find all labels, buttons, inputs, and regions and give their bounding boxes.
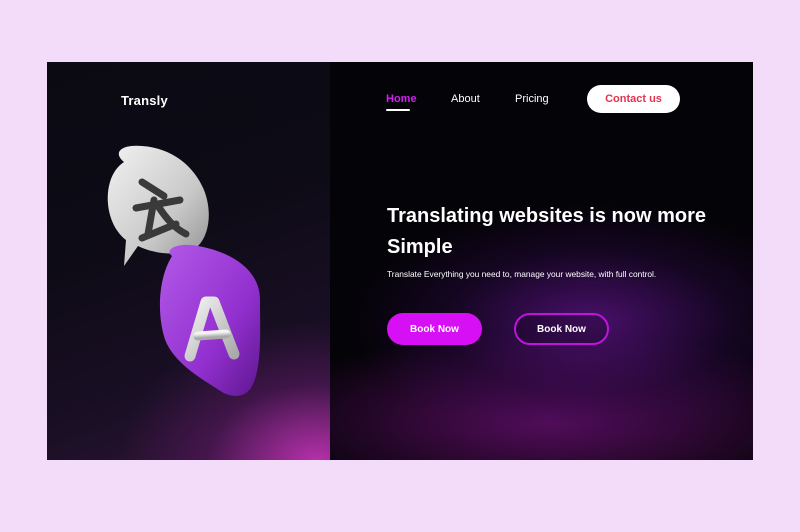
nav-item-about[interactable]: About <box>451 93 480 105</box>
nav-item-pricing[interactable]: Pricing <box>515 93 549 105</box>
hero-subtext: Translate Everything you need to, manage… <box>387 269 657 279</box>
landing-page-frame: Transly Home About Pricing Contact us Tr… <box>47 62 753 460</box>
translation-bubbles-illustration <box>107 145 261 396</box>
book-now-button[interactable]: Book Now <box>387 313 482 345</box>
contact-us-button[interactable]: Contact us <box>587 85 680 113</box>
hero-headline: Translating websites is now more Simple <box>387 205 706 258</box>
letter-a-bubble-icon <box>159 244 261 396</box>
brand-logo[interactable]: Transly <box>121 93 168 108</box>
book-now-outline-button[interactable]: Book Now <box>514 313 609 345</box>
nav-item-home[interactable]: Home <box>386 93 417 111</box>
